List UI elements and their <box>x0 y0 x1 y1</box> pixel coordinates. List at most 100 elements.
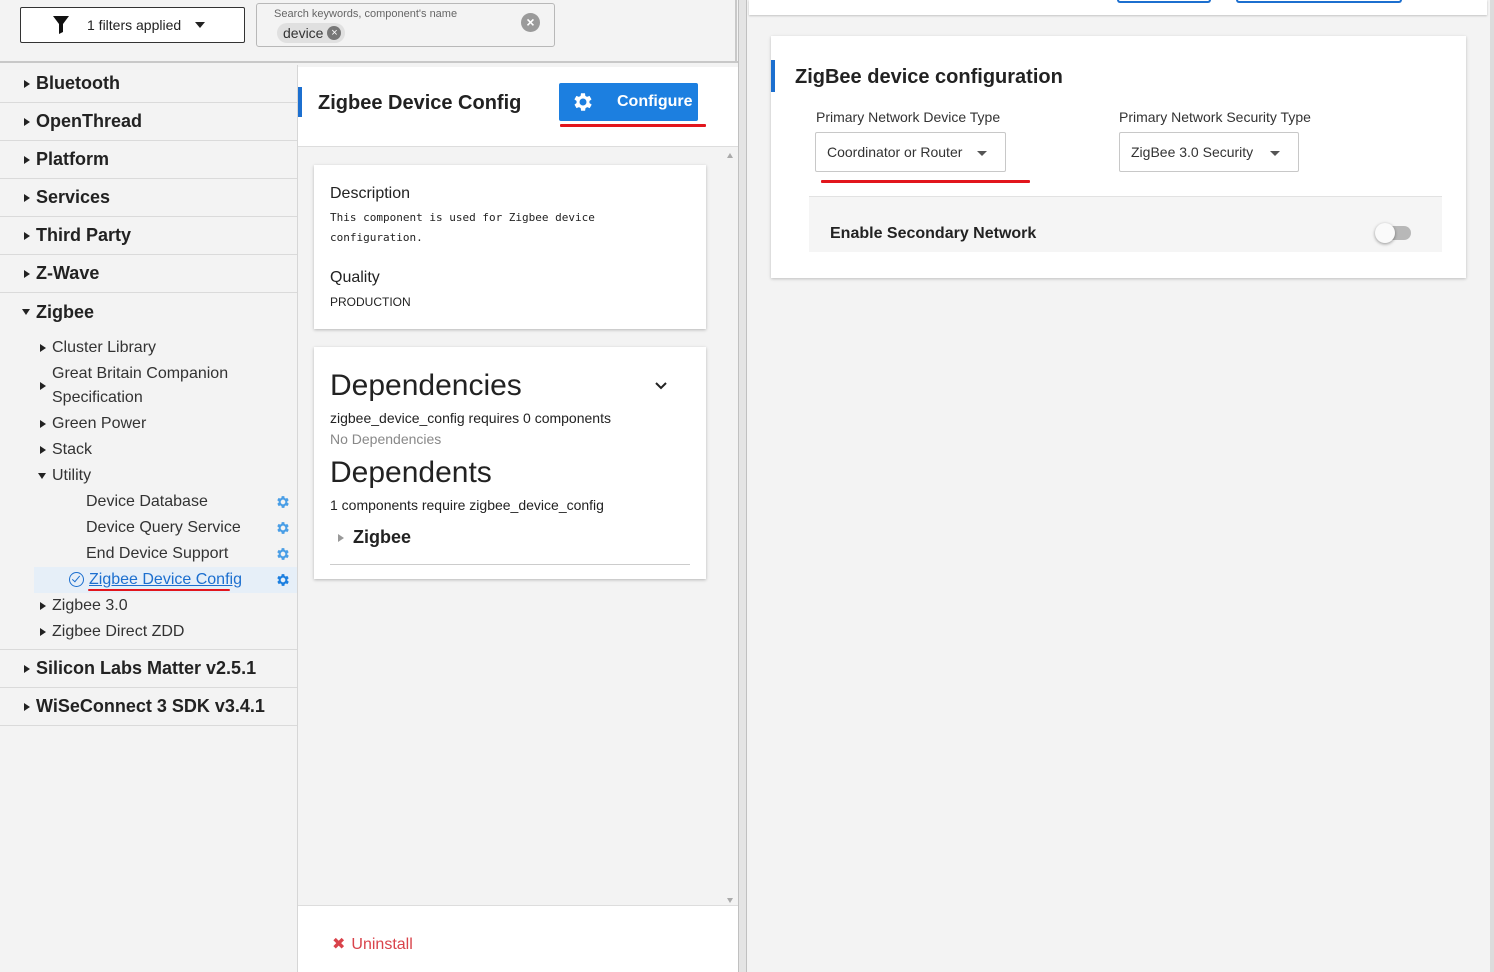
chip-remove-icon[interactable]: × <box>327 26 342 40</box>
tree-item-gb-companion-spec[interactable]: Great Britain Companion Specification <box>0 361 297 411</box>
dependent-item-zigbee[interactable]: Zigbee <box>330 527 690 565</box>
uninstall-button[interactable]: ✖ Uninstall <box>332 934 413 954</box>
chevron-down-icon <box>195 22 206 28</box>
gear-icon[interactable] <box>275 546 291 562</box>
description-label: Description <box>330 185 411 202</box>
tree-leaf-zigbee-device-config[interactable]: Zigbee Device Config <box>34 567 297 593</box>
tree-leaf-label: Device Query Service <box>86 519 241 536</box>
device-type-select[interactable]: Coordinator or Router <box>815 132 1006 172</box>
gear-icon[interactable] <box>275 520 291 536</box>
tree-category-openthread[interactable]: OpenThread <box>0 103 297 141</box>
configure-button[interactable]: Configure <box>559 83 698 121</box>
detail-footer: ✖ Uninstall <box>298 905 738 972</box>
pane-splitter[interactable] <box>738 0 747 972</box>
security-type-select[interactable]: ZigBee 3.0 Security <box>1119 132 1299 172</box>
triangle-right-icon <box>24 702 30 711</box>
tree-category-label: Z-Wave <box>36 263 100 283</box>
tree-category-z-wave[interactable]: Z-Wave <box>0 255 297 293</box>
annotation-underline <box>821 180 1030 183</box>
tree-item-stack[interactable]: Stack <box>0 437 297 463</box>
tree-item-label: Zigbee Direct ZDD <box>52 623 185 640</box>
quality-label: Quality <box>330 269 380 286</box>
tree-item-cluster-library[interactable]: Cluster Library <box>0 335 297 361</box>
tree-leaf-label[interactable]: Zigbee Device Config <box>89 571 242 589</box>
search-input[interactable]: Search keywords, component's name device… <box>256 3 555 47</box>
tree-category-third-party[interactable]: Third Party <box>0 217 297 255</box>
dependent-item-label: Zigbee <box>353 527 412 547</box>
annotation-underline <box>560 124 706 127</box>
configure-button-label: Configure <box>617 93 693 110</box>
tree-item-utility[interactable]: Utility <box>0 463 297 489</box>
triangle-right-icon <box>40 420 46 428</box>
gear-icon <box>574 93 592 111</box>
divider <box>735 0 737 63</box>
secondary-network-label: Enable Secondary Network <box>830 225 1037 242</box>
triangle-right-icon <box>24 664 30 673</box>
triangle-right-icon <box>40 628 46 636</box>
detail-title: Zigbee Device Config <box>318 92 522 114</box>
dependents-summary: 1 components require zigbee_device_confi… <box>330 497 604 513</box>
description-card: Description This component is used for Z… <box>314 165 706 329</box>
dependencies-heading: Dependencies <box>330 369 522 402</box>
tree-item-label: Stack <box>52 441 93 458</box>
filter-button[interactable]: 1 filters applied <box>20 7 245 43</box>
component-tree: Bluetooth OpenThread Platform Services T… <box>0 65 297 972</box>
tree-category-silabs-matter[interactable]: Silicon Labs Matter v2.5.1 <box>0 650 297 688</box>
scroll-down-icon[interactable] <box>727 898 733 903</box>
triangle-right-icon <box>24 269 30 278</box>
tree-category-label: Platform <box>36 149 110 169</box>
device-type-label: Primary Network Device Type <box>816 109 1001 125</box>
config-title: ZigBee device configuration <box>795 66 1063 88</box>
tree-category-label: Bluetooth <box>36 73 120 93</box>
tree-leaf-label: Device Database <box>86 493 208 510</box>
dependencies-summary: zigbee_device_config requires 0 componen… <box>330 410 611 426</box>
tree-category-label: WiSeConnect 3 SDK v3.4.1 <box>36 696 265 716</box>
gear-icon[interactable] <box>275 572 291 588</box>
tree-category-services[interactable]: Services <box>0 179 297 217</box>
dependencies-card: Dependencies zigbee_device_config requir… <box>314 347 706 579</box>
detail-header: Zigbee Device Config Configure <box>298 67 738 147</box>
tree-item-label: Zigbee 3.0 <box>52 597 128 614</box>
chevron-down-icon <box>977 151 987 156</box>
toolbar-button[interactable] <box>1117 0 1211 3</box>
toggle-knob <box>1375 223 1395 243</box>
config-card: ZigBee device configuration Primary Netw… <box>771 36 1466 278</box>
secondary-network-toggle[interactable] <box>1375 223 1411 243</box>
tree-category-wiseconnect[interactable]: WiSeConnect 3 SDK v3.4.1 <box>0 688 297 726</box>
tree-leaf-device-query-service[interactable]: Device Query Service <box>0 515 297 541</box>
tree-leaf-end-device-support[interactable]: End Device Support <box>0 541 297 567</box>
clear-search-icon[interactable]: × <box>521 13 540 32</box>
triangle-right-icon <box>40 382 46 390</box>
tree-category-bluetooth[interactable]: Bluetooth <box>0 65 297 103</box>
tree-category-platform[interactable]: Platform <box>0 141 297 179</box>
triangle-down-icon <box>22 309 30 315</box>
tree-item-zigbee-3-0[interactable]: Zigbee 3.0 <box>0 593 297 619</box>
triangle-right-icon <box>24 231 30 240</box>
description-text: This component is used for Zigbee device… <box>330 211 595 244</box>
secondary-network-row: Enable Secondary Network <box>809 196 1442 252</box>
triangle-right-icon <box>40 344 46 352</box>
security-type-value: ZigBee 3.0 Security <box>1131 144 1254 160</box>
installed-check-icon <box>69 572 84 587</box>
scroll-up-icon[interactable] <box>727 153 733 158</box>
close-icon: ✖ <box>332 936 346 953</box>
tree-category-zigbee[interactable]: Zigbee <box>0 293 297 331</box>
tree-category-label: Zigbee <box>36 301 95 322</box>
toolbar-button[interactable] <box>1236 0 1402 3</box>
chevron-down-icon[interactable] <box>655 382 667 390</box>
tree-item-green-power[interactable]: Green Power <box>0 411 297 437</box>
tree-item-zigbee-direct-zdd[interactable]: Zigbee Direct ZDD <box>0 619 297 645</box>
device-type-value: Coordinator or Router <box>827 144 963 160</box>
triangle-right-icon <box>24 155 30 164</box>
security-type-label: Primary Network Security Type <box>1119 109 1311 125</box>
tree-item-label: Great Britain Companion Specification <box>52 365 229 406</box>
tree-leaf-device-database[interactable]: Device Database <box>0 489 297 515</box>
search-chip-label: device <box>283 25 324 41</box>
gear-icon[interactable] <box>275 494 291 510</box>
scrollbar[interactable] <box>724 151 736 905</box>
triangle-right-icon <box>24 193 30 202</box>
config-toolbar <box>749 0 1487 15</box>
quality-value: PRODUCTION <box>330 295 411 309</box>
chevron-down-icon <box>1270 151 1280 156</box>
search-chip: device × <box>277 23 346 43</box>
